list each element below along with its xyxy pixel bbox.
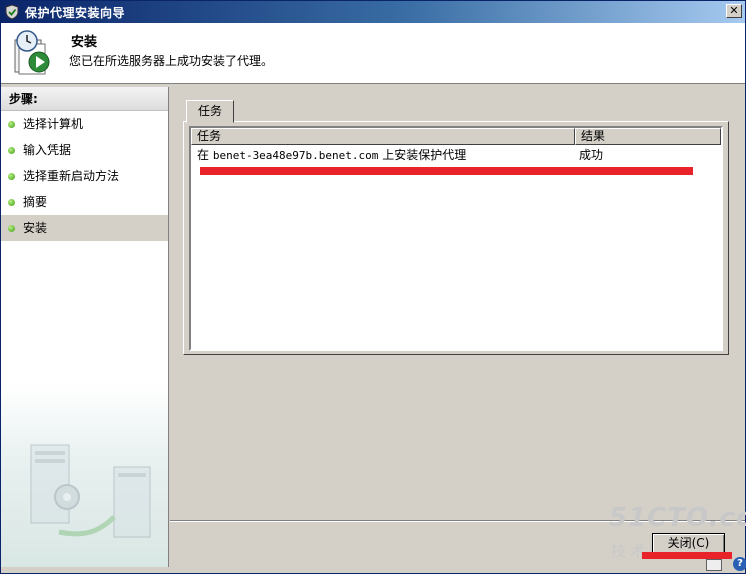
green-dot-icon <box>8 121 15 128</box>
help-icon[interactable]: ? <box>733 557 746 571</box>
steps-heading: 步骤: <box>1 87 168 111</box>
step-label: 安装 <box>23 221 48 235</box>
step-label: 选择重新启动方法 <box>23 169 120 183</box>
wizard-window: 保护代理安装向导 ✕ 安装 您已在所选服务器上成功安装了代理。 步骤: 选择计算… <box>0 0 746 574</box>
step-label: 摘要 <box>23 195 48 209</box>
page-subtitle: 您已在所选服务器上成功安装了代理。 <box>69 54 274 68</box>
steps-panel: 步骤: 选择计算机 输入凭据 选择重新启动方法 摘要 安装 <box>1 87 169 567</box>
task-prefix: 在 <box>197 148 213 162</box>
green-dot-icon <box>8 173 15 180</box>
title-bar[interactable]: 保护代理安装向导 ✕ <box>1 1 745 23</box>
green-dot-icon <box>8 147 15 154</box>
page-title: 安装 <box>71 35 98 50</box>
window-close-button[interactable]: ✕ <box>726 4 742 18</box>
list-header: 任务 结果 <box>191 128 721 145</box>
tab-panel: 任务 结果 在 benet-3ea48e97b.benet.com 上安装保护代… <box>183 121 729 355</box>
task-host: benet-3ea48e97b.benet.com <box>212 149 379 162</box>
step-select-computers[interactable]: 选择计算机 <box>1 111 168 137</box>
wizard-header: 安装 您已在所选服务器上成功安装了代理。 <box>1 23 745 84</box>
tab-tasks[interactable]: 任务 <box>186 100 234 123</box>
green-dot-icon <box>8 225 15 232</box>
column-header-result[interactable]: 结果 <box>575 128 721 145</box>
task-list[interactable]: 任务 结果 在 benet-3ea48e97b.benet.com 上安装保护代… <box>189 126 723 351</box>
green-dot-icon <box>8 199 15 206</box>
watermark-logo: 51CTO.com <box>609 503 746 533</box>
step-enter-credentials[interactable]: 输入凭据 <box>1 137 168 163</box>
red-highlight-mark <box>642 552 732 559</box>
column-header-task[interactable]: 任务 <box>191 128 575 145</box>
server-gear-illustration <box>30 444 151 538</box>
main-content: 任务 任务 结果 在 benet-3ea48e97b.benet.com 上安装… <box>170 87 745 522</box>
table-row[interactable]: 在 benet-3ea48e97b.benet.com 上安装保护代理 成功 <box>191 145 721 165</box>
step-restart-method[interactable]: 选择重新启动方法 <box>1 163 168 189</box>
step-label: 输入凭据 <box>23 143 72 157</box>
result-cell: 成功 <box>579 148 604 162</box>
step-install[interactable]: 安装 <box>1 215 168 241</box>
keyboard-icon[interactable] <box>706 559 722 571</box>
step-summary[interactable]: 摘要 <box>1 189 168 215</box>
task-cell: 在 benet-3ea48e97b.benet.com 上安装保护代理 <box>191 145 575 165</box>
red-highlight-mark <box>200 167 693 175</box>
shield-app-icon <box>4 4 20 20</box>
task-suffix: 上安装保护代理 <box>378 148 467 162</box>
watermark: 51CTO.com 技术博客 <box>609 503 746 560</box>
window-title: 保护代理安装向导 <box>25 5 126 20</box>
step-label: 选择计算机 <box>23 117 84 131</box>
clock-play-icon <box>11 30 53 76</box>
